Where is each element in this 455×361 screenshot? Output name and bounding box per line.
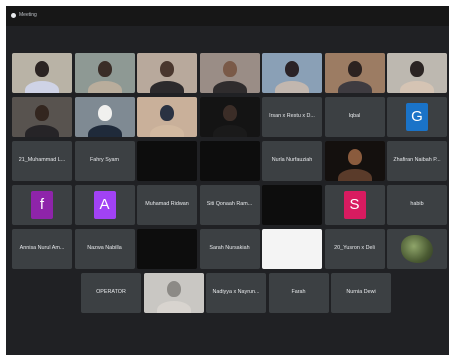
participant-tile[interactable]: 20_Yusron x Deli bbox=[324, 229, 385, 269]
participant-head bbox=[160, 105, 174, 121]
participant-tile[interactable]: Farah bbox=[268, 273, 329, 313]
participant-tile[interactable] bbox=[143, 273, 204, 313]
participant-tile[interactable]: habib bbox=[387, 185, 447, 225]
participant-name: Nurnia Dewi bbox=[346, 289, 376, 295]
participant-tile[interactable]: OPERATOR bbox=[81, 273, 141, 313]
participant-name: habib bbox=[410, 201, 424, 207]
participant-avatar: A bbox=[93, 191, 116, 219]
participant-tile[interactable] bbox=[387, 53, 447, 93]
participant-tile[interactable] bbox=[324, 141, 385, 181]
meeting-window: Meeting Irsan x Restu x D... Iqbal G 21_Muh… bbox=[6, 6, 449, 355]
participant-tile[interactable]: Iqbal bbox=[324, 97, 385, 137]
participant-tile-camera-off[interactable] bbox=[137, 229, 197, 269]
participant-tile[interactable]: S bbox=[324, 185, 385, 225]
participant-head bbox=[222, 61, 237, 77]
participant-tile[interactable] bbox=[324, 53, 385, 93]
participant-tile[interactable]: Irsan x Restu x D... bbox=[262, 97, 322, 137]
participant-name: Iqbal bbox=[348, 113, 361, 119]
participant-tile[interactable]: Siti Qonaah Ram... bbox=[199, 185, 260, 225]
participant-avatar: S bbox=[343, 191, 366, 219]
participant-name: Nadiyya x Nayrun... bbox=[212, 289, 260, 295]
participant-head bbox=[347, 149, 362, 165]
participant-tile[interactable]: Nadiyya x Nayrun... bbox=[206, 273, 266, 313]
participant-body bbox=[150, 125, 184, 137]
participant-head bbox=[285, 61, 299, 77]
participant-head bbox=[35, 105, 49, 121]
participant-name: Nazwa Nabilla bbox=[87, 245, 122, 251]
participant-tile-blank[interactable] bbox=[262, 229, 322, 269]
participant-tile[interactable]: Zhafiran Naibah P... bbox=[387, 141, 447, 181]
participant-tile[interactable] bbox=[387, 229, 447, 269]
participant-name: Annisa Nurul Am... bbox=[19, 245, 65, 251]
participant-avatar: G bbox=[406, 103, 428, 131]
participant-head bbox=[35, 61, 49, 77]
participant-body bbox=[275, 81, 309, 93]
participant-grid: Irsan x Restu x D... Iqbal G 21_Muhammad L.… bbox=[6, 6, 449, 355]
participant-head bbox=[160, 61, 174, 77]
participant-tile[interactable]: f bbox=[12, 185, 72, 225]
participant-name: Farah bbox=[291, 289, 306, 295]
participant-head bbox=[97, 61, 112, 77]
participant-tile[interactable]: Annisa Nurul Am... bbox=[12, 229, 72, 269]
participant-body bbox=[156, 301, 191, 313]
participant-body bbox=[212, 125, 247, 137]
participant-tile-camera-off[interactable] bbox=[262, 185, 322, 225]
participant-name: 20_Yusron x Deli bbox=[334, 245, 375, 251]
participant-tile[interactable]: Fahry Syam bbox=[74, 141, 135, 181]
participant-body bbox=[212, 81, 247, 93]
participant-body bbox=[25, 125, 59, 137]
participant-tile[interactable]: Nurla Nurfauziah bbox=[262, 141, 322, 181]
participant-tile[interactable] bbox=[74, 53, 135, 93]
participant-tile[interactable]: Muhamad Ridwan bbox=[137, 185, 197, 225]
participant-body bbox=[87, 81, 122, 93]
participant-head bbox=[222, 105, 237, 121]
participant-name: OPERATOR bbox=[96, 289, 126, 295]
participant-name: Irsan x Restu x D... bbox=[269, 113, 315, 119]
participant-name: Muhamad Ridwan bbox=[145, 201, 189, 207]
participant-name: Nurla Nurfauziah bbox=[271, 157, 313, 163]
participant-tile[interactable]: 21_Muhammad L... bbox=[12, 141, 72, 181]
participant-body bbox=[87, 125, 122, 137]
participant-tile[interactable] bbox=[137, 53, 197, 93]
participant-body bbox=[337, 81, 372, 93]
participant-head bbox=[410, 61, 424, 77]
participant-name: Fahry Syam bbox=[89, 157, 120, 163]
participant-tile[interactable]: G bbox=[387, 97, 447, 137]
participant-body bbox=[150, 81, 184, 93]
participant-tile[interactable] bbox=[137, 97, 197, 137]
participant-tile-camera-off[interactable] bbox=[137, 141, 197, 181]
participant-name: Siti Qonaah Ram... bbox=[206, 201, 253, 207]
participant-avatar: f bbox=[31, 191, 53, 219]
participant-body bbox=[400, 81, 434, 93]
participant-tile-camera-off[interactable] bbox=[199, 141, 260, 181]
participant-head bbox=[347, 61, 362, 77]
participant-tile[interactable] bbox=[199, 97, 260, 137]
participant-tile[interactable]: Nurnia Dewi bbox=[331, 273, 391, 313]
participant-tile[interactable] bbox=[262, 53, 322, 93]
participant-tile[interactable] bbox=[12, 97, 72, 137]
participant-head bbox=[166, 281, 181, 297]
participant-tile[interactable]: A bbox=[74, 185, 135, 225]
participant-head bbox=[97, 105, 112, 121]
participant-body bbox=[337, 169, 372, 181]
plant-image bbox=[401, 235, 433, 263]
participant-tile[interactable] bbox=[199, 53, 260, 93]
participant-body bbox=[25, 81, 59, 93]
participant-tile[interactable] bbox=[12, 53, 72, 93]
participant-tile[interactable] bbox=[74, 97, 135, 137]
participant-name: 21_Muhammad L... bbox=[18, 157, 66, 163]
participant-tile[interactable]: Sarah Nursakiah bbox=[199, 229, 260, 269]
participant-name: Zhafiran Naibah P... bbox=[393, 157, 441, 163]
participant-tile[interactable]: Nazwa Nabilla bbox=[74, 229, 135, 269]
participant-name: Sarah Nursakiah bbox=[209, 245, 250, 251]
